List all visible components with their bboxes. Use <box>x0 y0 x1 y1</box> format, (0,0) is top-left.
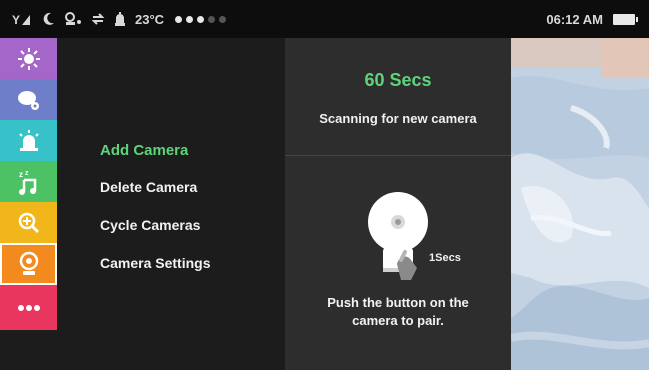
instruction-line: Push the button on the <box>327 295 469 310</box>
button-hold-timer: 1Secs <box>429 252 461 264</box>
camera-settings-button[interactable] <box>0 243 57 285</box>
alarm-status-icon <box>114 10 126 28</box>
svg-text:z: z <box>19 170 23 179</box>
page-dot <box>208 15 216 23</box>
baby-blanket-image <box>511 38 649 370</box>
cycle-icon <box>91 10 105 28</box>
svg-text:Y: Y <box>12 13 20 26</box>
icon-rail: z z <box>0 38 57 370</box>
battery-icon <box>613 13 638 25</box>
alarm-icon <box>18 129 39 151</box>
scanning-status: Scanning for new camera <box>319 111 477 126</box>
camera-menu: Add Camera Delete Camera Cycle Cameras C… <box>57 38 285 370</box>
pairing-instruction: Push the button on the camera to pair. <box>285 294 511 330</box>
status-bar: Y 23°C 06:12 AM <box>0 0 649 38</box>
camera-icon <box>19 251 38 275</box>
lullaby-icon <box>17 90 39 110</box>
page-dot <box>186 15 194 23</box>
monitor-screen: Y 23°C 06:12 AM z z Add Camera Delete Ca… <box>0 0 649 370</box>
menu-item-camera-settings[interactable]: Camera Settings <box>100 255 210 271</box>
signal-icon: Y <box>12 10 34 28</box>
live-video-preview <box>511 38 649 370</box>
page-indicator <box>175 15 227 23</box>
sleep-music-icon: z z <box>18 170 36 195</box>
pairing-countdown: 60 Secs <box>364 70 432 90</box>
menu-item-add-camera[interactable]: Add Camera <box>100 142 188 159</box>
nightlight-icon <box>17 47 40 70</box>
instruction-line: camera to pair. <box>352 313 444 328</box>
pairing-status-section: 60 Secs Scanning for new camera <box>285 38 511 156</box>
menu-item-cycle-cameras[interactable]: Cycle Cameras <box>100 217 200 233</box>
zoom-in-icon <box>18 212 39 233</box>
page-dot <box>175 15 183 23</box>
page-dot <box>197 15 205 23</box>
page-dot <box>219 15 227 23</box>
camera-link-icon <box>64 10 82 28</box>
nightlight-button[interactable] <box>0 38 57 79</box>
zoom-button[interactable] <box>0 202 57 243</box>
svg-text:z: z <box>25 170 29 177</box>
night-mode-icon <box>43 10 55 28</box>
pairing-panel: 60 Secs Scanning for new camera 1Secs Pu… <box>285 38 511 370</box>
temperature-reading: 23°C <box>135 11 165 27</box>
menu-item-delete-camera[interactable]: Delete Camera <box>100 179 197 195</box>
more-icon <box>17 304 40 311</box>
clock: 06:12 AM <box>546 11 603 27</box>
sleep-music-button[interactable]: z z <box>0 161 57 202</box>
camera-pair-illustration <box>368 192 428 280</box>
more-button[interactable] <box>0 285 57 330</box>
alarm-button[interactable] <box>0 120 57 161</box>
lullaby-button[interactable] <box>0 79 57 120</box>
